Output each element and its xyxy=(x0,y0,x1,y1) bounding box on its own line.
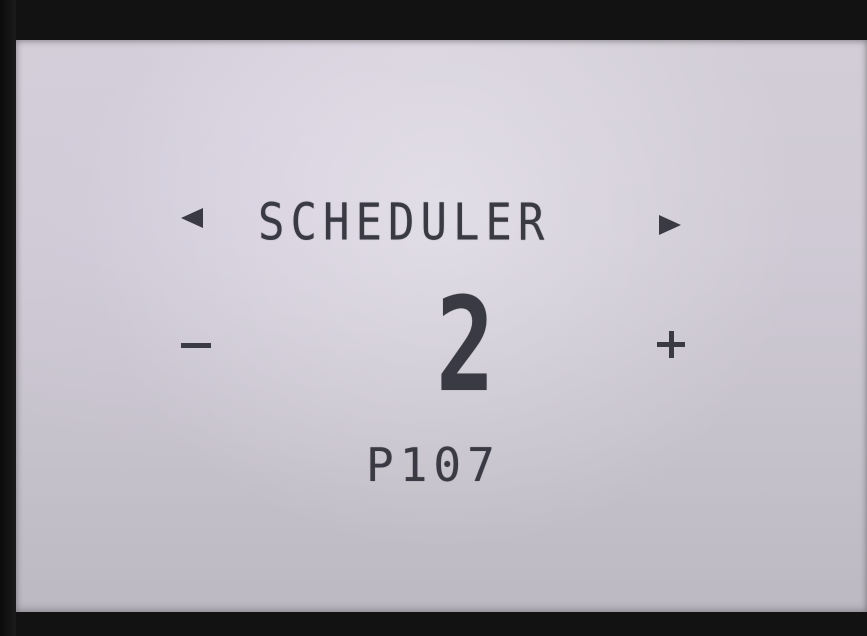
minus-icon[interactable] xyxy=(181,343,211,348)
left-arrow-icon[interactable] xyxy=(181,208,203,228)
plus-icon-vertical[interactable] xyxy=(669,331,674,358)
setting-value: 2 xyxy=(436,269,495,421)
lcd-screen: SCHEDULER 2 P107 xyxy=(16,40,867,612)
right-arrow-icon[interactable] xyxy=(659,215,681,235)
menu-title: SCHEDULER xyxy=(258,193,551,253)
parameter-code: P107 xyxy=(366,438,501,492)
device-frame: SCHEDULER 2 P107 xyxy=(0,0,867,636)
bezel xyxy=(0,0,16,636)
